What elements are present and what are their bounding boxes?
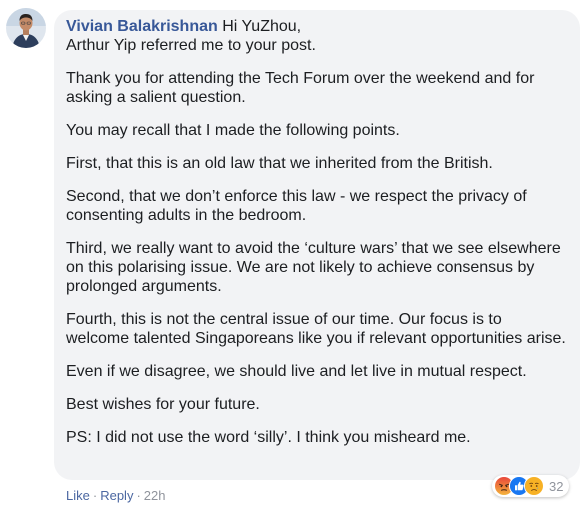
separator: · — [136, 488, 141, 503]
author-name-link[interactable]: Vivian Balakrishnan — [66, 18, 218, 35]
reaction-count: 32 — [549, 478, 564, 494]
comment-paragraph: Second, that we don’t enforce this law -… — [66, 188, 527, 224]
comment-actions: Like · Reply · 22h — [66, 488, 166, 504]
comment-paragraph: Best wishes for your future. — [66, 396, 260, 413]
like-link[interactable]: Like — [66, 488, 90, 503]
sad-icon — [524, 476, 544, 496]
comment-paragraph: Thank you for attending the Tech Forum o… — [66, 70, 535, 106]
avatar[interactable] — [6, 8, 46, 48]
comment-paragraph: First, that this is an old law that we i… — [66, 155, 493, 172]
comment-first-paragraph: Vivian Balakrishnan Hi YuZhou, Arthur Yip… — [66, 17, 568, 55]
comment: Vivian Balakrishnan Hi YuZhou, Arthur Yip… — [0, 0, 586, 515]
reply-link[interactable]: Reply — [100, 488, 133, 503]
comment-paragraph: You may recall that I made the following… — [66, 122, 400, 139]
comment-paragraph: Third, we really want to avoid the ‘cult… — [66, 240, 561, 295]
comment-line: Arthur Yip referred me to your post. — [66, 37, 316, 54]
comment-greeting: Hi YuZhou, — [222, 18, 302, 35]
avatar-photo — [6, 8, 46, 48]
comment-paragraph: Fourth, this is not the central issue of… — [66, 311, 566, 347]
separator: · — [92, 488, 98, 503]
comment-paragraph: PS: I did not use the word ‘silly’. I th… — [66, 429, 471, 446]
reactions-summary[interactable]: 32 — [492, 475, 570, 497]
comment-bubble: Vivian Balakrishnan Hi YuZhou, Arthur Yip… — [54, 10, 580, 480]
timestamp[interactable]: 22h — [144, 488, 166, 503]
comment-paragraph: Even if we disagree, we should live and … — [66, 363, 527, 380]
